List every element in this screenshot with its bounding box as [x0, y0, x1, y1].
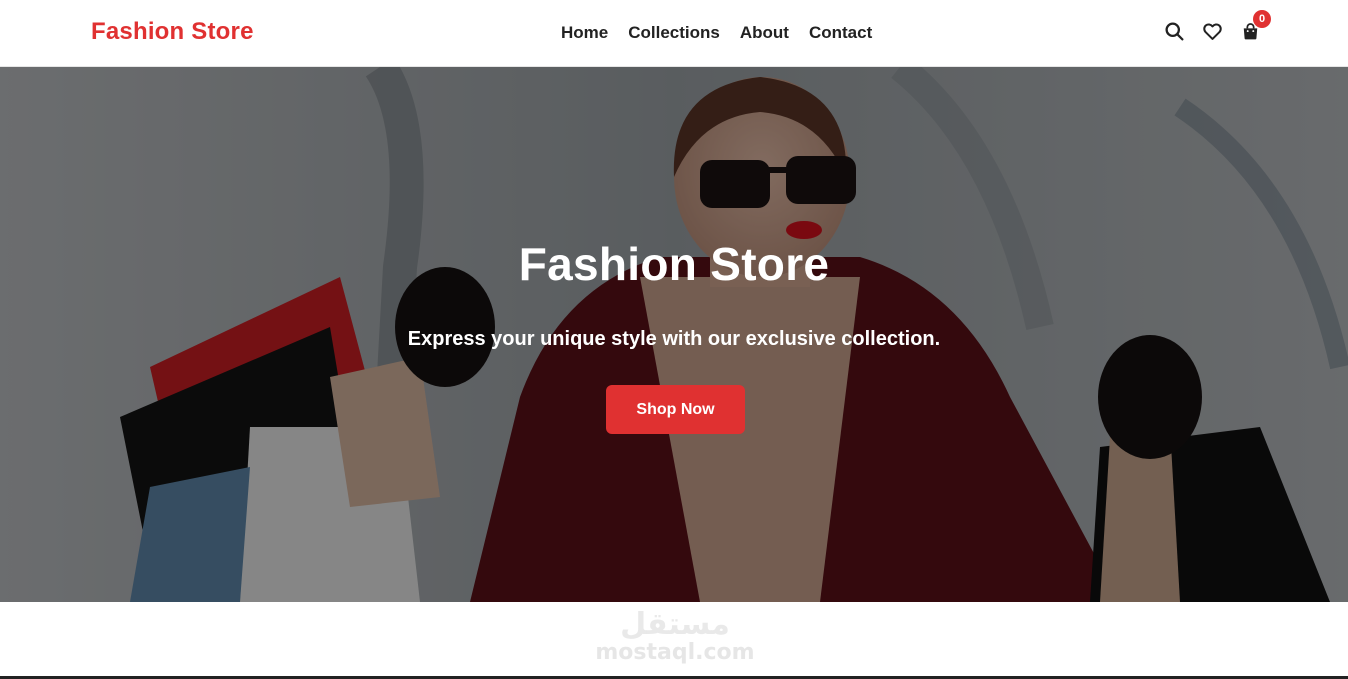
nav-link-collections[interactable]: Collections — [628, 23, 720, 43]
nav-icons: 0 — [1163, 10, 1271, 42]
brand-logo[interactable]: Fashion Store — [91, 18, 254, 46]
navbar: Fashion Store Home Collections About Con… — [0, 0, 1348, 67]
watermark-arabic: مستقل — [620, 607, 730, 642]
hero-banner: Fashion Store Express your unique style … — [0, 67, 1348, 602]
heart-icon[interactable] — [1201, 20, 1223, 42]
nav-link-contact[interactable]: Contact — [809, 23, 872, 43]
shopping-bag-icon[interactable]: 0 — [1239, 10, 1271, 42]
watermark: مستقل mostaql.com — [590, 610, 760, 670]
cart-count-badge: 0 — [1253, 10, 1271, 28]
hero-content: Fashion Store Express your unique style … — [0, 67, 1348, 602]
hero-subtitle: Express your unique style with our exclu… — [407, 328, 941, 350]
search-icon[interactable] — [1163, 20, 1185, 42]
main-nav: Home Collections About Contact — [561, 23, 872, 43]
nav-link-home[interactable]: Home — [561, 23, 608, 43]
shop-now-button[interactable]: Shop Now — [606, 385, 745, 434]
nav-link-about[interactable]: About — [740, 23, 789, 43]
hero-title: Fashion Store — [518, 238, 830, 290]
watermark-latin: mostaql.com — [595, 640, 755, 665]
